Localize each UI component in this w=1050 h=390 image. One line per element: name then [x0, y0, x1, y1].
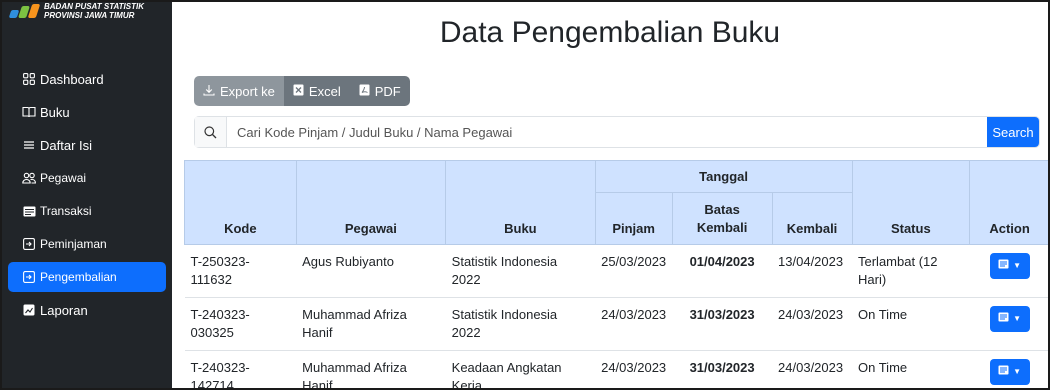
col-header-buku[interactable]: Buku	[445, 160, 596, 245]
table-row: T-240323-030325 Muhammad Afriza Hanif St…	[184, 297, 1048, 351]
document-icon	[998, 363, 1009, 381]
col-header-pinjam[interactable]: Pinjam	[594, 192, 673, 245]
action-dropdown-button[interactable]: ▼	[989, 253, 1030, 279]
cell-status: On Time	[852, 297, 970, 351]
sidebar-item-label: Dashboard	[40, 71, 104, 87]
cell-status: On Time	[852, 350, 970, 388]
cell-kode: T-240323-030325	[184, 297, 297, 351]
sidebar-item-label: Pengembalian	[40, 270, 117, 284]
sidebar-item-label: Daftar Isi	[40, 137, 93, 153]
cell-pinjam: 25/03/2023	[595, 244, 673, 298]
excel-file-icon	[293, 84, 304, 99]
list-icon	[22, 138, 36, 152]
excel-label: Excel	[308, 83, 341, 99]
cell-action: ▼	[969, 244, 1048, 298]
grid-icon	[22, 72, 36, 86]
cell-status: Terlambat (12 Hari)	[852, 244, 970, 298]
cell-kembali: 13/04/2023	[772, 244, 852, 298]
col-header-kode[interactable]: Kode	[184, 160, 297, 245]
sidebar-item-laporan[interactable]: Laporan	[2, 295, 172, 325]
caret-down-icon: ▼	[1013, 261, 1022, 270]
brand-line-1: BADAN PUSAT STATISTIK	[44, 2, 144, 11]
brand[interactable]: BADAN PUSAT STATISTIK PROVINSI JAWA TIMU…	[2, 2, 172, 24]
search-input[interactable]	[227, 117, 987, 147]
report-icon	[22, 303, 36, 317]
people-icon	[22, 171, 36, 185]
export-button-group: Export ke Excel PDF	[194, 76, 410, 106]
col-group-tanggal: Tanggal	[594, 160, 853, 193]
cell-buku: Statistik Indonesia 2022	[445, 244, 596, 298]
caret-down-icon: ▼	[1013, 314, 1022, 323]
cell-kode: T-240323-142714	[184, 350, 297, 388]
cell-buku: Statistik Indonesia 2022	[445, 297, 596, 351]
table-row: T-240323-142714 Muhammad Afriza Hanif Ke…	[184, 350, 1048, 388]
table-row: T-250323-111632 Agus Rubiyanto Statistik…	[184, 244, 1048, 298]
action-dropdown-button[interactable]: ▼	[989, 359, 1030, 385]
book-icon	[22, 105, 36, 119]
col-header-kembali[interactable]: Kembali	[771, 192, 853, 245]
app-frame: BADAN PUSAT STATISTIK PROVINSI JAWA TIMU…	[0, 0, 1050, 390]
cell-action: ▼	[969, 350, 1048, 388]
sidebar-item-label: Peminjaman	[40, 237, 107, 251]
cell-action: ▼	[969, 297, 1048, 351]
cell-pinjam: 24/03/2023	[595, 350, 673, 388]
cell-kembali: 24/03/2023	[772, 350, 852, 388]
caret-down-icon: ▼	[1013, 367, 1022, 376]
transaction-icon	[22, 204, 36, 218]
export-label: Export ke	[220, 83, 275, 99]
cell-pegawai: Muhammad Afriza Hanif	[296, 297, 446, 351]
sidebar-item-pegawai[interactable]: Pegawai	[2, 163, 172, 193]
cell-kode: T-250323-111632	[184, 244, 297, 298]
sidebar-item-label: Transaksi	[40, 204, 92, 218]
col-header-status[interactable]: Status	[851, 160, 971, 245]
cell-batas-kembali: 01/04/2023	[672, 244, 773, 298]
search-button[interactable]: Search	[987, 117, 1039, 147]
document-icon	[998, 310, 1009, 328]
search-bar: Search	[194, 116, 1040, 148]
col-header-action: Action	[969, 160, 1048, 245]
search-icon	[195, 117, 227, 147]
sidebar-item-peminjaman[interactable]: Peminjaman	[2, 229, 172, 259]
cell-pinjam: 24/03/2023	[595, 297, 673, 351]
brand-line-2: PROVINSI JAWA TIMUR	[44, 11, 135, 20]
col-header-batas-kembali[interactable]: Batas Kembali	[671, 192, 773, 245]
document-icon	[998, 257, 1009, 275]
brand-text: BADAN PUSAT STATISTIK PROVINSI JAWA TIMU…	[44, 2, 144, 20]
cell-batas-kembali: 31/03/2023	[672, 297, 773, 351]
sidebar-item-label: Laporan	[40, 302, 88, 318]
sidebar-nav: Dashboard Buku Daftar Isi Pegawai Transa…	[2, 64, 172, 325]
cell-pegawai: Muhammad Afriza Hanif	[296, 350, 446, 388]
pdf-label: PDF	[374, 83, 401, 99]
box-arrow-icon	[22, 237, 36, 251]
sidebar-item-pengembalian[interactable]: Pengembalian	[8, 262, 166, 292]
box-arrow-icon	[22, 270, 36, 284]
pdf-file-icon	[359, 84, 370, 99]
col-header-pegawai[interactable]: Pegawai	[295, 160, 447, 245]
sidebar-item-dashboard[interactable]: Dashboard	[2, 64, 172, 94]
sidebar: BADAN PUSAT STATISTIK PROVINSI JAWA TIMU…	[2, 2, 172, 388]
cell-buku: Keadaan Angkatan Kerja	[445, 350, 596, 388]
export-excel-button[interactable]: Excel	[283, 76, 350, 106]
pengembalian-table: Kode Pegawai Buku Tanggal Status Action …	[184, 160, 1048, 388]
sidebar-item-daftar-isi[interactable]: Daftar Isi	[2, 130, 172, 160]
action-dropdown-button[interactable]: ▼	[989, 306, 1030, 332]
sidebar-item-label: Buku	[40, 104, 70, 120]
download-icon	[203, 84, 215, 99]
sidebar-item-transaksi[interactable]: Transaksi	[2, 196, 172, 226]
export-label-button[interactable]: Export ke	[194, 76, 284, 106]
bps-logo-icon	[8, 4, 41, 18]
main-content: Data Pengembalian Buku Export ke Excel P…	[172, 2, 1048, 388]
cell-kembali: 24/03/2023	[772, 297, 852, 351]
cell-batas-kembali: 31/03/2023	[672, 350, 773, 388]
page-title: Data Pengembalian Buku	[439, 16, 781, 49]
export-pdf-button[interactable]: PDF	[349, 76, 410, 106]
cell-pegawai: Agus Rubiyanto	[296, 244, 446, 298]
sidebar-item-buku[interactable]: Buku	[2, 97, 172, 127]
sidebar-item-label: Pegawai	[40, 171, 87, 185]
